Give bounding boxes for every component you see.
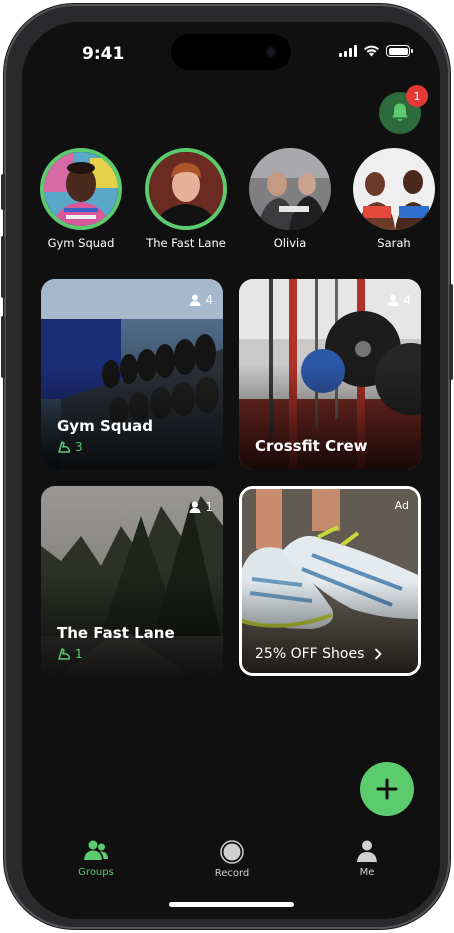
story-sarah[interactable]: Sarah [346, 148, 440, 250]
activity-count: 1 [57, 647, 83, 661]
action-button [1, 174, 5, 210]
member-count: 4 [189, 293, 213, 307]
tab-label: Groups [78, 867, 114, 878]
ad-cta-label: 25% OFF Shoes [255, 646, 365, 662]
activity-count: 3 [57, 440, 83, 454]
person-icon [189, 501, 201, 513]
story-label: Sarah [377, 236, 411, 250]
ad-cta-link[interactable]: 25% OFF Shoes [255, 646, 382, 662]
group-title: Crossfit Crew [255, 437, 368, 455]
avatar [249, 148, 331, 230]
chevron-right-icon [375, 648, 382, 660]
shoe-icon [58, 648, 71, 660]
create-group-button[interactable] [360, 762, 414, 816]
bell-icon [392, 103, 408, 121]
tab-label: Record [214, 868, 250, 879]
story-the-fast-lane[interactable]: The Fast Lane [138, 148, 234, 250]
group-card-crossfit-crew[interactable]: 4 Crossfit Crew [239, 279, 421, 469]
tab-record[interactable]: Record [197, 840, 267, 879]
story-olivia[interactable]: Olivia [242, 148, 338, 250]
volume-down-button [1, 316, 5, 378]
ad-card[interactable]: Ad 25% OFF Shoes [239, 486, 421, 676]
member-count-value: 4 [205, 293, 213, 307]
volume-up-button [1, 236, 5, 298]
group-card-the-fast-lane[interactable]: 1 The Fast Lane 1 [41, 486, 223, 676]
person-icon [357, 840, 377, 862]
avatar [353, 148, 435, 230]
groups-icon [84, 840, 108, 860]
cellular-signal-icon [339, 45, 357, 57]
activity-count-value: 3 [75, 440, 83, 454]
plus-icon [376, 778, 398, 800]
member-count: 1 [189, 500, 213, 514]
status-icons [339, 45, 413, 57]
tab-label: Me [359, 867, 375, 878]
battery-icon [386, 45, 413, 57]
avatar [40, 148, 122, 230]
group-title: Gym Squad [57, 417, 154, 435]
group-title: The Fast Lane [57, 624, 175, 642]
home-indicator[interactable] [169, 902, 294, 907]
story-label: The Fast Lane [146, 236, 226, 250]
power-button [449, 284, 453, 380]
wifi-icon [364, 45, 379, 57]
member-count: 4 [387, 293, 411, 307]
avatar [145, 148, 227, 230]
status-time: 9:41 [82, 44, 125, 64]
story-gym-squad[interactable]: Gym Squad [33, 148, 129, 250]
member-count-value: 1 [205, 500, 213, 514]
group-card-gym-squad[interactable]: 4 Gym Squad 3 [41, 279, 223, 469]
tab-me[interactable]: Me [332, 840, 402, 878]
person-icon [189, 294, 201, 306]
notification-count-badge: 1 [406, 85, 428, 107]
person-icon [387, 294, 399, 306]
phone-frame: 9:41 1 Gym Squad The Fast Lane Olivia Sa… [1, 4, 453, 929]
dynamic-island [171, 34, 291, 70]
shoe-icon [58, 441, 71, 453]
activity-count-value: 1 [75, 647, 83, 661]
ad-label: Ad [394, 499, 409, 512]
story-label: Olivia [273, 236, 307, 250]
member-count-value: 4 [403, 293, 411, 307]
tab-groups[interactable]: Groups [61, 840, 131, 878]
story-label: Gym Squad [47, 236, 115, 250]
record-icon [220, 840, 244, 864]
app-screen: 9:41 1 Gym Squad The Fast Lane Olivia Sa… [22, 22, 440, 919]
